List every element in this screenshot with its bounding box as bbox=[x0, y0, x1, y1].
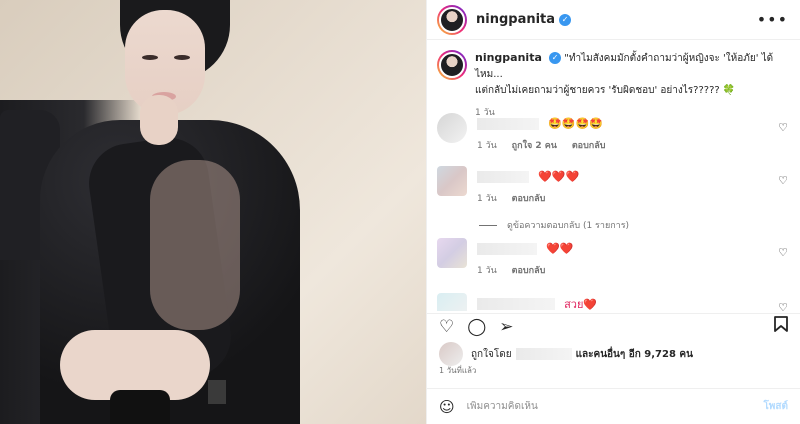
photo-eye-left bbox=[142, 55, 158, 60]
liker-username-blurred[interactable] bbox=[515, 348, 572, 360]
author-username[interactable]: ningpanita bbox=[476, 12, 555, 27]
comment-reply-button[interactable]: ตอบกลับ bbox=[512, 266, 546, 276]
comment-time[interactable]: 1 วัน bbox=[477, 141, 497, 151]
post-photo[interactable] bbox=[0, 0, 426, 424]
comment-avatar[interactable] bbox=[437, 113, 467, 143]
comment-like-heart-icon[interactable]: ♡ bbox=[778, 246, 788, 259]
more-options-icon[interactable]: ••• bbox=[757, 10, 788, 29]
likes-prefix: ถูกใจโดย bbox=[471, 348, 512, 360]
view-replies-line bbox=[479, 224, 497, 226]
photo-sheer-sleeve bbox=[150, 160, 240, 330]
post-action-bar: ♡ ◯ ➢ bbox=[427, 313, 800, 339]
comment-text: ❤️❤️❤️ bbox=[538, 170, 580, 183]
comment-time[interactable]: 1 วัน bbox=[477, 194, 497, 204]
view-replies-button[interactable]: ดูข้อความตอบกลับ (1 รายการ) bbox=[479, 218, 629, 232]
comment-text: 🤩🤩🤩🤩 bbox=[548, 117, 603, 130]
comment-item: ❤️❤️ 1 วัน ตอบกลับ ♡ bbox=[427, 238, 800, 277]
post-container: ningpanita ✓ ••• ningpanita ✓ "ทำไมสังคม… bbox=[0, 0, 800, 424]
add-comment-bar: ☺ โพสต์ bbox=[427, 388, 800, 424]
view-replies-label: ดูข้อความตอบกลับ (1 รายการ) bbox=[507, 221, 630, 231]
caption-verified-badge-icon: ✓ bbox=[549, 52, 562, 64]
comment-username-blurred[interactable] bbox=[477, 117, 539, 130]
author-avatar[interactable] bbox=[437, 4, 467, 35]
comment-item: สวย❤️ ♡ bbox=[427, 293, 800, 311]
comment-text: สวย❤️ bbox=[564, 297, 598, 311]
comment-like-heart-icon[interactable]: ♡ bbox=[778, 174, 788, 187]
likes-count-link[interactable]: และคนอื่นๆ อีก 9,728 คน bbox=[576, 347, 693, 362]
comment-username-blurred[interactable] bbox=[477, 297, 555, 310]
save-bookmark-icon[interactable] bbox=[774, 316, 788, 337]
comment-time[interactable]: 1 วัน bbox=[477, 266, 497, 276]
photo-boot bbox=[110, 390, 170, 424]
share-send-icon[interactable]: ➢ bbox=[499, 317, 513, 337]
post-timestamp[interactable]: 1 วันที่แล้ว bbox=[439, 364, 476, 377]
photo-tag bbox=[208, 380, 226, 404]
comment-reply-button[interactable]: ตอบกลับ bbox=[512, 194, 546, 204]
caption-username[interactable]: ningpanita bbox=[475, 51, 542, 64]
comment-reply-button[interactable]: ตอบกลับ bbox=[572, 141, 606, 151]
caption-text-line2: แต่กลับไม่เคยถามว่าผู้ชายควร 'รับผิดชอบ'… bbox=[475, 85, 736, 96]
comment-username-blurred[interactable] bbox=[477, 242, 537, 255]
post-header: ningpanita ✓ ••• bbox=[427, 0, 800, 40]
caption-author-avatar[interactable] bbox=[437, 50, 467, 80]
comment-bubble-icon[interactable]: ◯ bbox=[467, 317, 486, 337]
comment-item: ❤️❤️❤️ 1 วัน ตอบกลับ ♡ bbox=[427, 166, 800, 205]
comment-like-heart-icon[interactable]: ♡ bbox=[778, 121, 788, 134]
like-heart-icon[interactable]: ♡ bbox=[439, 317, 454, 337]
comment-like-heart-icon[interactable]: ♡ bbox=[778, 301, 788, 311]
photo-eye-right bbox=[174, 55, 190, 60]
post-comment-button[interactable]: โพสต์ bbox=[763, 399, 788, 414]
post-side-panel: ningpanita ✓ ••• ningpanita ✓ "ทำไมสังคม… bbox=[426, 0, 800, 424]
comment-text: ❤️❤️ bbox=[546, 242, 574, 255]
comment-avatar[interactable] bbox=[437, 166, 467, 196]
post-caption: ningpanita ✓ "ทำไมสังคมมักตั้งคำถามว่าผู… bbox=[427, 41, 800, 121]
comment-avatar[interactable] bbox=[437, 293, 467, 311]
photo-hand bbox=[140, 95, 178, 145]
comment-item: 🤩🤩🤩🤩 1 วัน ถูกใจ 2 คน ตอบกลับ ♡ bbox=[427, 113, 800, 152]
verified-badge-icon: ✓ bbox=[559, 13, 572, 26]
likes-summary: ถูกใจโดย และคนอื่นๆ อีก 9,728 คน bbox=[439, 342, 693, 366]
comment-avatar[interactable] bbox=[437, 238, 467, 268]
comment-likes-count[interactable]: ถูกใจ 2 คน bbox=[512, 141, 557, 151]
liker-avatar[interactable] bbox=[439, 342, 463, 366]
comment-username-blurred[interactable] bbox=[477, 170, 529, 183]
add-comment-input[interactable] bbox=[466, 401, 764, 412]
comments-list[interactable]: ningpanita ✓ "ทำไมสังคมมักตั้งคำถามว่าผู… bbox=[427, 41, 800, 311]
emoji-smiley-icon[interactable]: ☺ bbox=[439, 398, 455, 416]
